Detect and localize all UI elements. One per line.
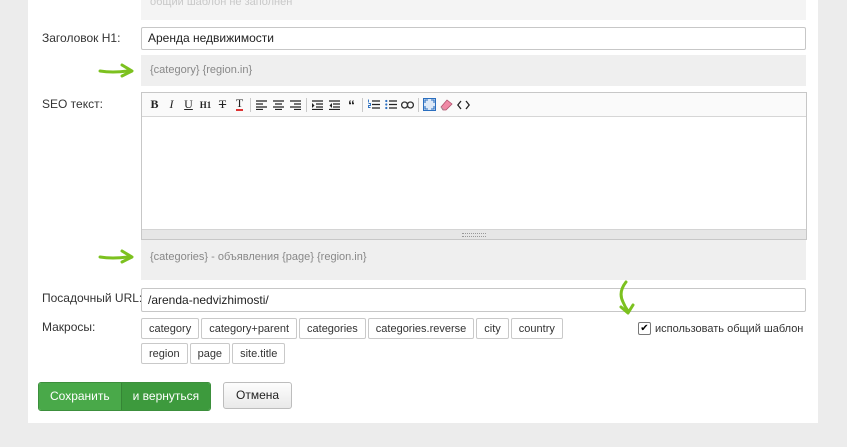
toolbar-separator	[306, 97, 307, 112]
macro-chip[interactable]: country	[510, 318, 563, 339]
toolbar-separator	[418, 97, 419, 112]
eraser-icon[interactable]	[438, 96, 455, 113]
url-input[interactable]: /arenda-nedvizhimosti/	[141, 288, 806, 312]
indent-icon[interactable]	[309, 96, 326, 113]
arrow-right-icon	[98, 63, 134, 78]
macros-list: category category+parent categories categor…	[141, 318, 613, 368]
url-label: Посадочный URL:	[42, 291, 143, 305]
macro-chip[interactable]: city	[476, 318, 509, 339]
h1-hint: {category} {region.in}	[141, 55, 806, 86]
macro-chip[interactable]: page	[189, 343, 231, 364]
toolbar-separator	[362, 97, 363, 112]
toolbar-separator	[250, 97, 251, 112]
checkbox-box[interactable]: ✔	[638, 322, 651, 335]
save-button-group: Сохранить и вернуться	[38, 382, 212, 411]
text-color-button[interactable]: T	[231, 96, 248, 113]
link-icon[interactable]	[399, 96, 416, 113]
use-common-template-checkbox[interactable]: ✔ использовать общий шаблон	[638, 322, 803, 335]
bold-button[interactable]: B	[146, 96, 163, 113]
macros-label: Макросы:	[42, 320, 96, 334]
save-button[interactable]: Сохранить	[39, 383, 121, 410]
macro-chip[interactable]: category+parent	[201, 318, 298, 339]
fullscreen-icon[interactable]	[421, 96, 438, 113]
prev-hint-text: общий шаблон не заполнен	[150, 0, 293, 8]
align-right-icon[interactable]	[287, 96, 304, 113]
ordered-list-icon[interactable]	[365, 96, 382, 113]
macro-chip[interactable]: category	[141, 318, 200, 339]
heading-button[interactable]: H1	[197, 96, 214, 113]
editor-toolbar: B I U H1 T T “	[142, 93, 806, 117]
macro-chip[interactable]: region	[141, 343, 188, 364]
seo-editor-area[interactable]	[142, 117, 806, 231]
h1-input[interactable]: Аренда недвижимости	[141, 27, 806, 50]
code-icon[interactable]	[455, 96, 472, 113]
macro-chip[interactable]: categories	[299, 318, 366, 339]
outdent-icon[interactable]	[326, 96, 343, 113]
align-left-icon[interactable]	[253, 96, 270, 113]
resize-grip	[462, 233, 486, 237]
cancel-button[interactable]: Отмена	[223, 382, 293, 409]
save-return-button[interactable]: и вернуться	[120, 383, 211, 410]
seo-label: SEO текст:	[42, 97, 103, 111]
unordered-list-icon[interactable]	[382, 96, 399, 113]
clear-format-button[interactable]: T	[214, 96, 231, 113]
blockquote-button[interactable]: “	[343, 96, 360, 113]
arrow-down-icon	[619, 280, 635, 315]
h1-label: Заголовок H1:	[42, 31, 121, 45]
seo-hint: {categories} - объявления {page} {region…	[141, 240, 806, 280]
align-center-icon[interactable]	[270, 96, 287, 113]
macro-chip[interactable]: categories.reverse	[367, 318, 475, 339]
arrow-right-icon	[98, 249, 134, 264]
editor-resize-handle[interactable]	[142, 229, 806, 239]
checkbox-label: использовать общий шаблон	[655, 322, 804, 335]
macro-chip[interactable]: site.title	[232, 343, 286, 364]
underline-button[interactable]: U	[180, 96, 197, 113]
seo-editor: B I U H1 T T “	[141, 92, 807, 240]
italic-button[interactable]: I	[163, 96, 180, 113]
